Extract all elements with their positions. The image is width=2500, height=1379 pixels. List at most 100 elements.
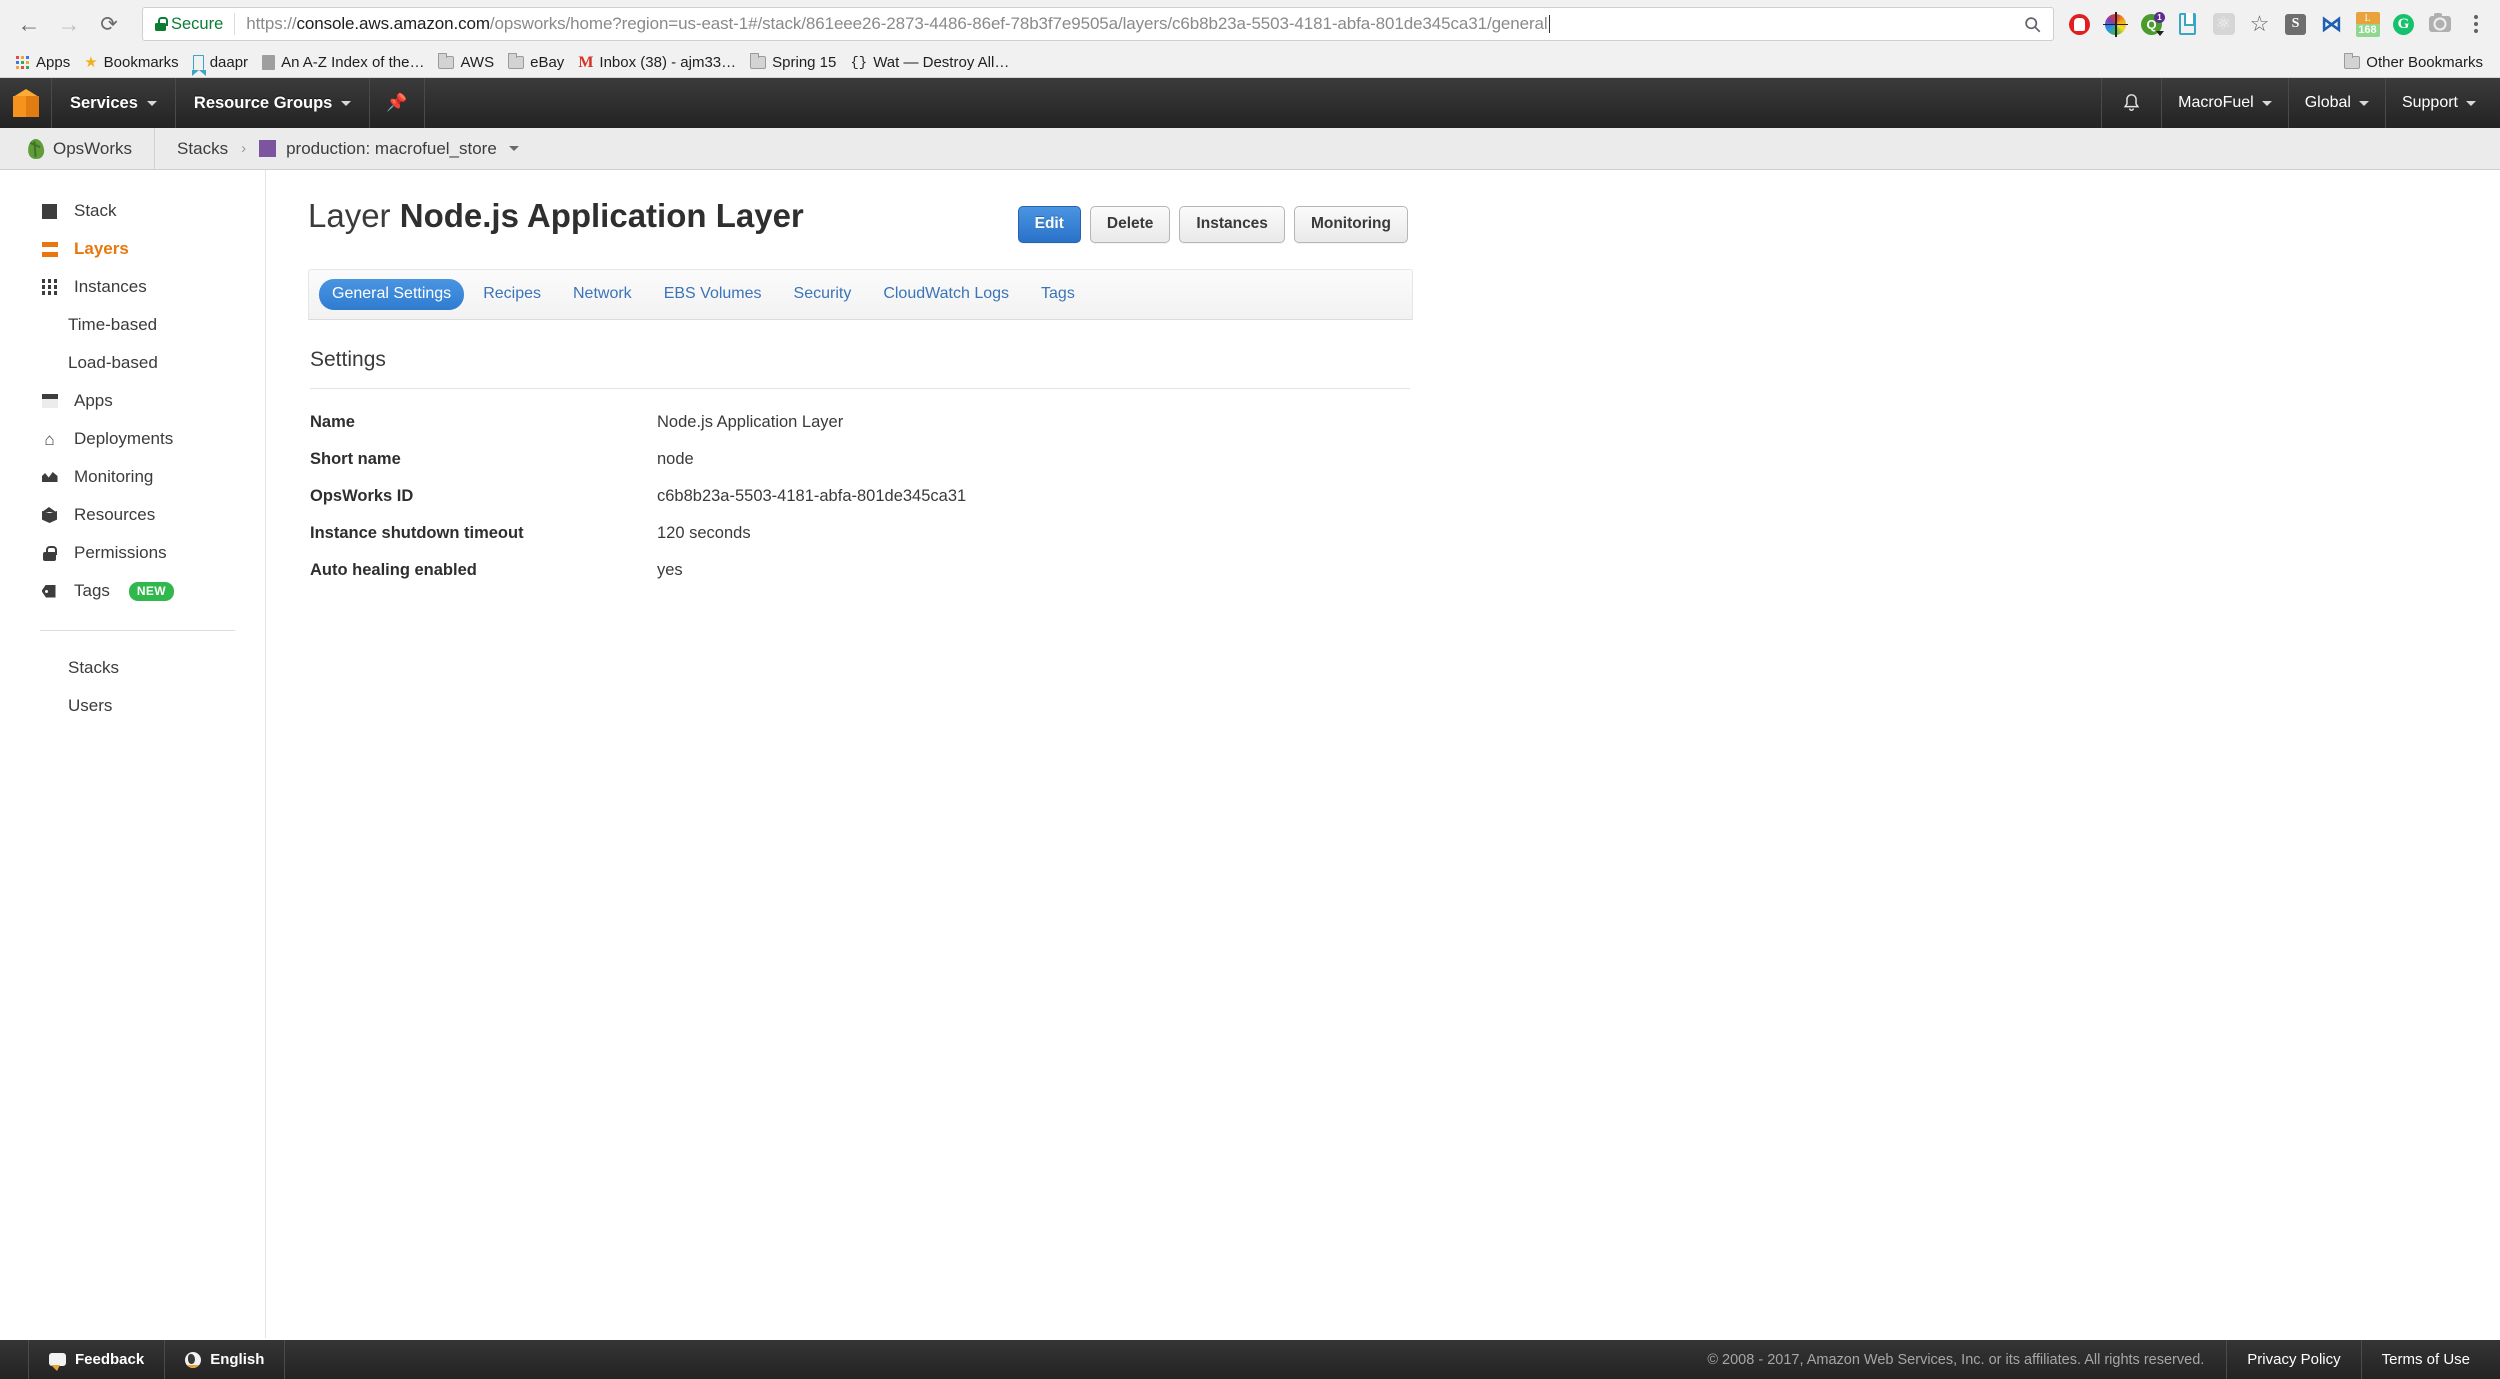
table-row: Instance shutdown timeout 120 seconds bbox=[310, 524, 1413, 543]
page-icon bbox=[262, 55, 276, 70]
address-bar[interactable]: Secure https://console.aws.amazon.com/op… bbox=[142, 7, 2054, 41]
sidebar-item-tags[interactable]: Tags NEW bbox=[0, 572, 265, 610]
screenshot-camera-icon[interactable] bbox=[2427, 12, 2452, 37]
globe-icon bbox=[185, 1351, 202, 1368]
text-caret bbox=[1548, 15, 1550, 33]
scribd-icon[interactable]: S bbox=[2283, 12, 2308, 37]
opsworks-header: OpsWorks Stacks › production: macrofuel_… bbox=[0, 128, 2500, 170]
sidebar-item-instances[interactable]: Instances bbox=[0, 268, 265, 306]
bookmark-apps[interactable]: Apps bbox=[9, 52, 77, 73]
navigation-buttons: ← → ⟳ bbox=[10, 5, 128, 43]
bookmark-inbox[interactable]: M Inbox (38) - ajm33… bbox=[571, 52, 743, 73]
sidebar: Stack Layers Instances Time-based Load-b… bbox=[0, 170, 266, 1338]
chrome-menu-icon[interactable] bbox=[2463, 12, 2488, 37]
tab-cloudwatch-logs[interactable]: CloudWatch Logs bbox=[870, 279, 1022, 310]
folder-icon bbox=[508, 53, 525, 69]
sidebar-item-apps[interactable]: Apps bbox=[0, 382, 265, 420]
bookmark-az-index[interactable]: An A-Z Index of the… bbox=[255, 52, 431, 73]
bookmark-wat[interactable]: {} Wat — Destroy All… bbox=[843, 52, 1016, 73]
edit-button[interactable]: Edit bbox=[1017, 206, 1081, 243]
sidebar-item-resources[interactable]: Resources bbox=[0, 496, 265, 534]
pocket-bookmark-icon[interactable] bbox=[2175, 12, 2200, 37]
crossbrowser-icon[interactable]: ⋈ bbox=[2319, 12, 2344, 37]
feedback-button[interactable]: Feedback bbox=[28, 1340, 166, 1379]
footer-spacer bbox=[285, 1340, 1685, 1379]
breadcrumb-stacks[interactable]: Stacks bbox=[177, 139, 228, 159]
aws-nav-left: Services Resource Groups 📌 bbox=[0, 78, 425, 128]
services-menu[interactable]: Services bbox=[52, 78, 176, 128]
breadcrumb-stack-menu[interactable]: production: macrofuel_store bbox=[259, 139, 519, 159]
tab-network[interactable]: Network bbox=[560, 279, 645, 310]
sidebar-item-deployments[interactable]: ⌂ Deployments bbox=[0, 420, 265, 458]
delete-button[interactable]: Delete bbox=[1089, 206, 1171, 243]
folder-icon bbox=[750, 53, 767, 69]
sidebar-item-time-based[interactable]: Time-based bbox=[0, 306, 265, 344]
breadcrumb-separator: › bbox=[241, 140, 247, 157]
deployments-icon: ⌂ bbox=[44, 429, 55, 449]
tab-recipes[interactable]: Recipes bbox=[470, 279, 554, 310]
support-menu[interactable]: Support bbox=[2384, 78, 2500, 128]
back-button[interactable]: ← bbox=[10, 5, 48, 43]
layers-icon bbox=[40, 240, 59, 259]
pin-icon[interactable]: 📌 bbox=[370, 78, 425, 128]
table-row: Auto healing enabled yes bbox=[310, 561, 1413, 580]
sidebar-item-label: Resources bbox=[74, 505, 156, 524]
sidebar-item-layers[interactable]: Layers bbox=[0, 230, 265, 268]
bookmark-label: Apps bbox=[36, 54, 71, 71]
react-devtools-icon[interactable]: ⚛ bbox=[2211, 12, 2236, 37]
bookmark-star-icon[interactable]: ☆ bbox=[2247, 12, 2272, 37]
setting-key: Short name bbox=[310, 450, 401, 468]
color-picker-icon[interactable] bbox=[2103, 11, 2128, 37]
quickbooks-icon[interactable]: Q1 bbox=[2139, 11, 2165, 37]
terms-of-use-link[interactable]: Terms of Use bbox=[2362, 1340, 2500, 1379]
sidebar-item-label: Stacks bbox=[68, 658, 120, 677]
sidebar-item-monitoring[interactable]: Monitoring bbox=[0, 458, 265, 496]
resource-groups-menu[interactable]: Resource Groups bbox=[176, 78, 371, 128]
tab-bar: General Settings Recipes Network EBS Vol… bbox=[308, 269, 1413, 320]
monitoring-button[interactable]: Monitoring bbox=[1293, 206, 1408, 243]
search-icon[interactable] bbox=[2019, 11, 2045, 37]
sidebar-item-stack[interactable]: Stack bbox=[0, 192, 265, 230]
grammarly-icon[interactable]: G bbox=[2391, 12, 2416, 37]
bookmark-daapr[interactable]: daapr bbox=[186, 52, 255, 76]
sidebar-item-permissions[interactable]: Permissions bbox=[0, 534, 265, 572]
account-menu[interactable]: MacroFuel bbox=[2161, 78, 2288, 128]
table-row: OpsWorks ID c6b8b23a-5503-4181-abfa-801d… bbox=[310, 487, 1413, 506]
tab-security[interactable]: Security bbox=[781, 279, 865, 310]
sidebar-item-load-based[interactable]: Load-based bbox=[0, 344, 265, 382]
other-bookmarks-button[interactable]: Other Bookmarks bbox=[2337, 52, 2490, 73]
tab-tags[interactable]: Tags bbox=[1028, 279, 1088, 310]
instances-button[interactable]: Instances bbox=[1179, 206, 1285, 243]
reload-button[interactable]: ⟳ bbox=[90, 5, 128, 43]
adblock-stop-icon[interactable] bbox=[2067, 12, 2092, 37]
forward-button[interactable]: → bbox=[50, 5, 88, 43]
bookmark-aws[interactable]: AWS bbox=[431, 52, 501, 73]
page-header: Layer Node.js Application Layer Edit Del… bbox=[308, 197, 1413, 243]
bookmark-ebay[interactable]: eBay bbox=[501, 52, 571, 73]
bookmark-label: eBay bbox=[530, 54, 565, 71]
opsworks-brand-link[interactable]: OpsWorks bbox=[0, 128, 156, 169]
region-menu[interactable]: Global bbox=[2287, 78, 2385, 128]
setting-key: Instance shutdown timeout bbox=[310, 524, 524, 542]
copyright-text: © 2008 - 2017, Amazon Web Services, Inc.… bbox=[1685, 1340, 2228, 1379]
sidebar-item-stacks[interactable]: Stacks bbox=[0, 649, 265, 687]
panel-divider bbox=[310, 388, 1410, 389]
privacy-policy-link[interactable]: Privacy Policy bbox=[2227, 1340, 2362, 1379]
content-column: Layer Node.js Application Layer Edit Del… bbox=[308, 197, 1413, 580]
bookmark-spring15[interactable]: Spring 15 bbox=[743, 52, 843, 73]
tab-general-settings[interactable]: General Settings bbox=[319, 279, 465, 310]
secure-indicator[interactable]: Secure bbox=[155, 13, 236, 35]
page-body: Stack Layers Instances Time-based Load-b… bbox=[0, 170, 2500, 1338]
monitoring-icon bbox=[40, 468, 59, 487]
sidebar-item-users[interactable]: Users bbox=[0, 687, 265, 725]
lastpass-icon[interactable]: L 168 bbox=[2355, 11, 2380, 37]
bell-icon[interactable] bbox=[2101, 78, 2161, 128]
services-label: Services bbox=[70, 93, 138, 112]
folder-icon bbox=[2344, 53, 2361, 69]
footer: Feedback English © 2008 - 2017, Amazon W… bbox=[0, 1340, 2500, 1379]
language-button[interactable]: English bbox=[165, 1340, 286, 1379]
aws-home-link[interactable] bbox=[0, 78, 52, 128]
sidebar-item-label: Layers bbox=[74, 239, 129, 258]
tab-ebs-volumes[interactable]: EBS Volumes bbox=[651, 279, 775, 310]
bookmark-bookmarks[interactable]: ★ Bookmarks bbox=[77, 52, 185, 73]
